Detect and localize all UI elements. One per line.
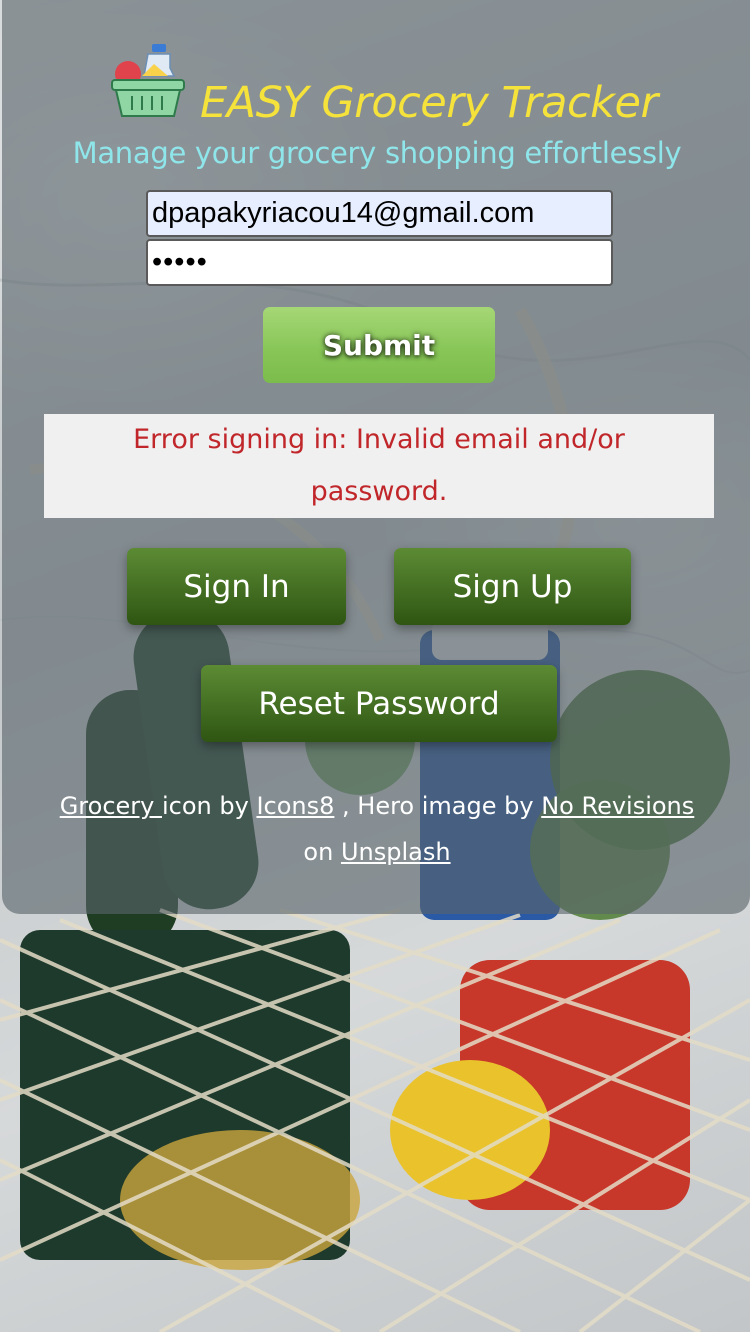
credits-text-icon-by: icon by: [161, 792, 257, 820]
reset-password-button[interactable]: Reset Password: [201, 665, 557, 742]
app-title: EASY Grocery Tracker: [200, 78, 658, 128]
email-field[interactable]: [146, 190, 613, 237]
credits-text-hero: , Hero image by: [334, 792, 542, 820]
icons8-link[interactable]: Icons8: [256, 792, 334, 820]
attribution-credits: Grocery icon by Icons8 , Hero image by N…: [2, 783, 750, 875]
brand-header: EASY Grocery Tracker: [2, 38, 750, 130]
grocery-basket-icon: [108, 40, 188, 120]
sign-in-button[interactable]: Sign In: [127, 548, 346, 625]
app-tagline: Manage your grocery shopping effortlessl…: [72, 136, 682, 170]
password-field[interactable]: [146, 239, 613, 286]
sign-up-button[interactable]: Sign Up: [394, 548, 631, 625]
unsplash-link[interactable]: Unsplash: [341, 838, 451, 866]
login-card: EASY Grocery Tracker Manage your grocery…: [2, 0, 750, 914]
no-revisions-link[interactable]: No Revisions: [541, 792, 694, 820]
grocery-icon-link[interactable]: Grocery: [60, 792, 162, 820]
error-message: Error signing in: Invalid email and/or p…: [44, 414, 714, 518]
submit-button[interactable]: Submit: [263, 307, 495, 383]
credits-text-on: on: [303, 838, 341, 866]
